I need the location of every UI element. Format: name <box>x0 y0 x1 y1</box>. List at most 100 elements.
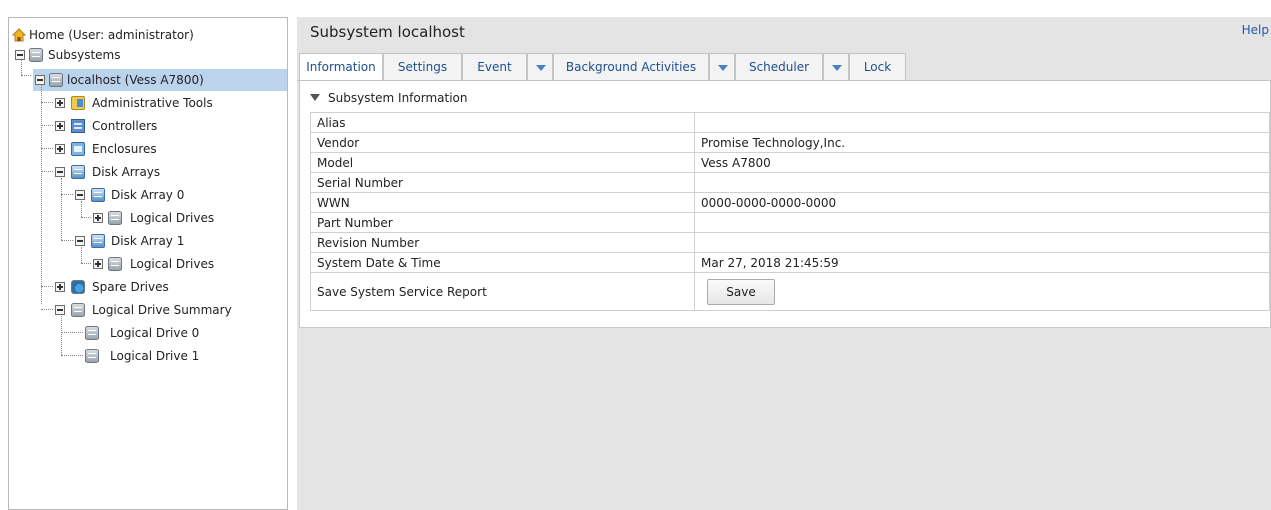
tree-item-enclosures[interactable]: Enclosures <box>9 138 287 160</box>
tree-item-logical-drive-1[interactable]: Logical Drive 1 <box>9 345 287 367</box>
tree-item-label: Logical Drive 0 <box>110 326 200 340</box>
table-row: System Date & Time Mar 27, 2018 21:45:59 <box>310 252 1270 273</box>
disk-array-icon <box>71 165 85 179</box>
subsystem-info-table: Alias Vendor Promise Technology,Inc. Mod… <box>310 112 1270 311</box>
tree-item-label: localhost (Vess A7800) <box>67 73 204 87</box>
row-label: Alias <box>310 112 695 133</box>
collapse-toggle-icon[interactable] <box>55 167 65 177</box>
row-value: Vess A7800 <box>694 152 1270 173</box>
row-value <box>694 212 1270 233</box>
row-label: Vendor <box>310 132 695 153</box>
tree-item-label: Enclosures <box>92 142 157 156</box>
tools-icon <box>71 96 85 110</box>
tab-background-activities[interactable]: Background Activities <box>553 53 709 81</box>
expand-toggle-icon[interactable] <box>55 121 65 131</box>
tab-information[interactable]: Information <box>299 53 383 82</box>
row-label: WWN <box>310 192 695 213</box>
row-label: Save System Service Report <box>310 272 695 311</box>
tree-item-label: Controllers <box>92 119 158 133</box>
tree-item-localhost[interactable]: localhost (Vess A7800) <box>9 69 287 91</box>
logical-drive-icon <box>85 349 99 363</box>
expand-toggle-icon[interactable] <box>55 144 65 154</box>
tab-scheduler[interactable]: Scheduler <box>735 53 823 81</box>
row-label: Serial Number <box>310 172 695 193</box>
tree-item-label: Logical Drives <box>130 211 215 225</box>
disk-array-icon <box>91 234 105 248</box>
expand-toggle-icon[interactable] <box>93 259 103 269</box>
tree-item-disk-arrays[interactable]: Disk Arrays <box>9 161 287 183</box>
tree-item-label: Subsystems <box>48 48 121 62</box>
section-title: Subsystem Information <box>328 91 468 105</box>
save-button[interactable]: Save <box>707 278 775 305</box>
controller-icon <box>71 119 85 133</box>
tree-item-logical-drives-0[interactable]: Logical Drives <box>9 207 287 229</box>
scheduler-dropdown-arrow-icon[interactable] <box>823 53 849 81</box>
table-row-service-report: Save System Service Report Save <box>310 272 1270 311</box>
tab-bar: Information Settings Event Background Ac… <box>297 53 1271 82</box>
tree-item-label: Logical Drive Summary <box>92 303 232 317</box>
main-pane: Subsystem localhost Help Information Set… <box>297 17 1271 510</box>
event-dropdown-arrow-icon[interactable] <box>527 53 553 81</box>
tree-item-logical-drive-summary[interactable]: Logical Drive Summary <box>9 299 287 321</box>
row-value: 0000-0000-0000-0000 <box>694 192 1270 213</box>
help-link[interactable]: Help <box>1242 23 1269 37</box>
tree-item-label: Logical Drive 1 <box>110 349 200 363</box>
table-row: Serial Number <box>310 172 1270 193</box>
expand-toggle-icon[interactable] <box>55 282 65 292</box>
tree-item-disk-array-0[interactable]: Disk Array 0 <box>9 184 287 206</box>
section-header[interactable]: Subsystem Information <box>310 91 468 105</box>
tab-content-panel: Subsystem Information Alias Vendor Promi… <box>299 81 1271 328</box>
table-row: Vendor Promise Technology,Inc. <box>310 132 1270 153</box>
tree-item-controllers[interactable]: Controllers <box>9 115 287 137</box>
row-value: Promise Technology,Inc. <box>694 132 1270 153</box>
tree-item-administrative-tools[interactable]: Administrative Tools <box>9 92 287 114</box>
enclosure-icon <box>71 142 85 156</box>
disk-array-icon <box>91 188 105 202</box>
row-label: Model <box>310 152 695 173</box>
spare-drive-icon <box>71 280 85 294</box>
table-row: Revision Number <box>310 232 1270 253</box>
collapse-triangle-icon[interactable] <box>310 94 320 101</box>
tree-item-logical-drive-0[interactable]: Logical Drive 0 <box>9 322 287 344</box>
tree-item-label: Spare Drives <box>92 280 169 294</box>
tree-item-spare-drives[interactable]: Spare Drives <box>9 276 287 298</box>
tree-item-label: Disk Arrays <box>92 165 161 179</box>
row-label: Revision Number <box>310 232 695 253</box>
tree-item-label: Disk Array 0 <box>111 188 185 202</box>
row-value <box>694 112 1270 133</box>
table-row: Alias <box>310 112 1270 133</box>
logical-drives-icon <box>108 211 122 225</box>
tree-item-label: Administrative Tools <box>92 96 213 110</box>
row-label: Part Number <box>310 212 695 233</box>
tree-item-label: Logical Drives <box>130 257 215 271</box>
tree-item-subsystems[interactable]: Subsystems <box>9 44 287 66</box>
tree-item-label: Disk Array 1 <box>111 234 185 248</box>
background-activities-dropdown-arrow-icon[interactable] <box>709 53 735 81</box>
row-value: Save <box>694 272 1270 311</box>
home-icon <box>12 28 26 42</box>
navigation-tree: Home (User: administrator) Subsystems lo… <box>8 17 288 510</box>
tree-item-home[interactable]: Home (User: administrator) <box>9 24 287 46</box>
tree-item-label: Home (User: administrator) <box>29 28 194 42</box>
row-label: System Date & Time <box>310 252 695 273</box>
table-row: Part Number <box>310 212 1270 233</box>
collapse-toggle-icon[interactable] <box>55 305 65 315</box>
collapse-toggle-icon[interactable] <box>15 50 25 60</box>
tab-lock[interactable]: Lock <box>849 53 906 81</box>
table-row: Model Vess A7800 <box>310 152 1270 173</box>
subsystem-icon <box>49 73 63 87</box>
collapse-toggle-icon[interactable] <box>75 190 85 200</box>
collapse-toggle-icon[interactable] <box>75 236 85 246</box>
tree-item-logical-drives-1[interactable]: Logical Drives <box>9 253 287 275</box>
table-row: WWN 0000-0000-0000-0000 <box>310 192 1270 213</box>
logical-drives-icon <box>108 257 122 271</box>
collapse-toggle-icon[interactable] <box>35 75 45 85</box>
row-value <box>694 232 1270 253</box>
expand-toggle-icon[interactable] <box>93 213 103 223</box>
expand-toggle-icon[interactable] <box>55 98 65 108</box>
tab-event[interactable]: Event <box>462 53 527 81</box>
tree-item-disk-array-1[interactable]: Disk Array 1 <box>9 230 287 252</box>
row-value <box>694 172 1270 193</box>
tab-settings[interactable]: Settings <box>383 53 462 81</box>
logical-drive-summary-icon <box>71 303 85 317</box>
